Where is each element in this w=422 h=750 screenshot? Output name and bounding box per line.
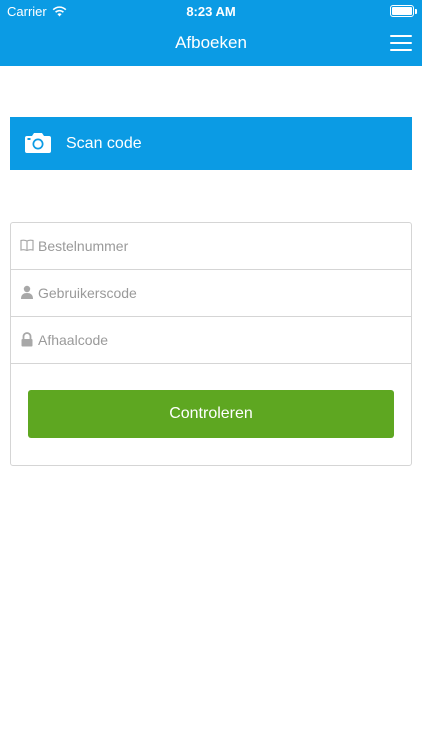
pickup-code-input[interactable] xyxy=(38,317,406,363)
user-code-field-row xyxy=(11,270,411,317)
lock-icon xyxy=(21,332,33,347)
scan-code-button[interactable]: Scan code xyxy=(10,117,412,170)
camera-icon xyxy=(25,133,51,153)
order-number-field-row xyxy=(11,223,411,270)
order-number-input[interactable] xyxy=(38,223,406,269)
page-title: Afboeken xyxy=(175,33,247,52)
hamburger-menu-icon[interactable] xyxy=(390,34,412,52)
user-icon xyxy=(21,285,33,299)
user-code-input[interactable] xyxy=(38,270,406,316)
pickup-form: Controleren xyxy=(10,222,412,466)
book-icon xyxy=(20,239,34,252)
nav-bar: Afboeken xyxy=(0,22,422,66)
top-bar: Carrier 8:23 AM Afboeken xyxy=(0,0,422,66)
scan-code-label: Scan code xyxy=(66,135,142,152)
pickup-code-field-row xyxy=(11,317,411,364)
status-bar: Carrier 8:23 AM xyxy=(0,0,422,22)
battery-level xyxy=(392,7,412,15)
battery-icon xyxy=(390,5,417,17)
check-button[interactable]: Controleren xyxy=(28,390,394,438)
status-time: 8:23 AM xyxy=(186,4,236,19)
battery-tip xyxy=(415,9,417,14)
